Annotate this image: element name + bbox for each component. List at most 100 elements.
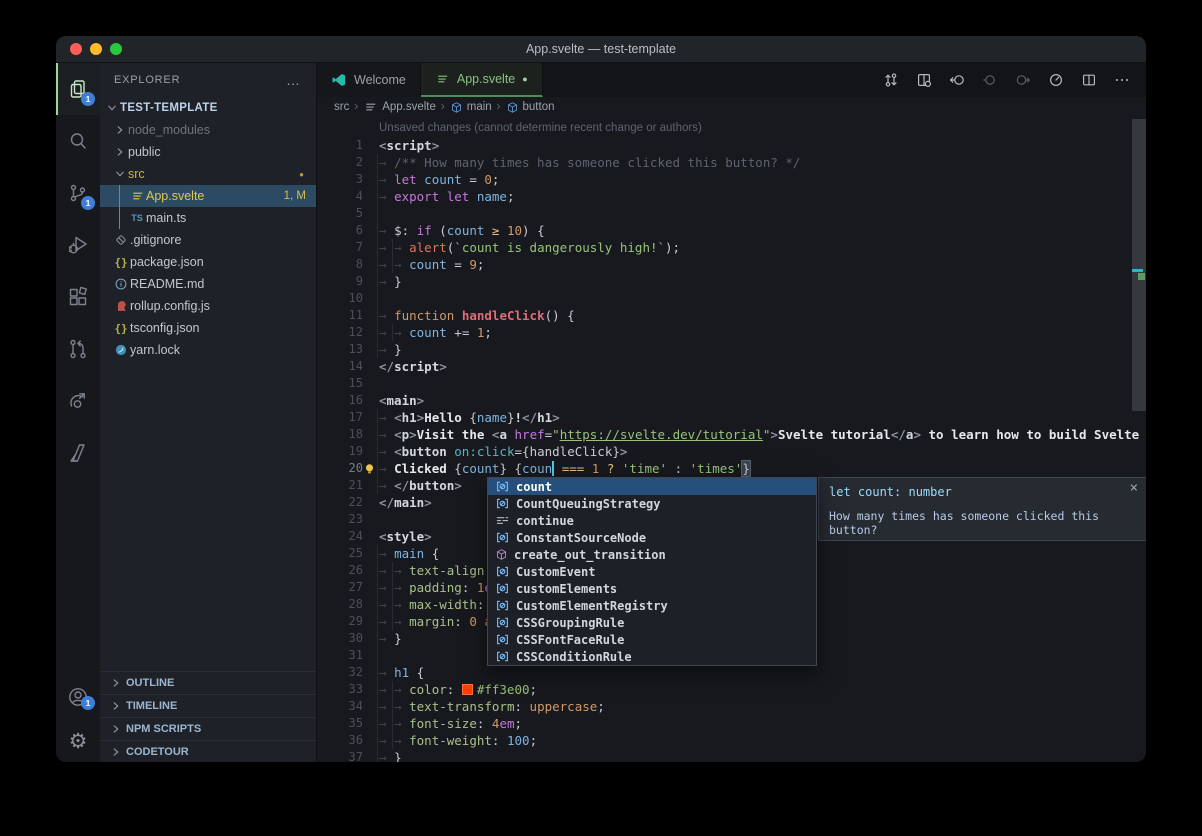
next-change-icon[interactable] bbox=[1015, 72, 1031, 88]
code-line-19[interactable]: 19→ <button on:click={handleClick}> bbox=[317, 443, 1146, 460]
code-line-7[interactable]: 7→ → alert(`count is dangerously high!`)… bbox=[317, 239, 1146, 256]
line-number[interactable]: 26 bbox=[317, 562, 363, 579]
activity-item-source-control[interactable]: 1 bbox=[56, 167, 100, 219]
lightbulb-icon[interactable] bbox=[363, 462, 376, 476]
line-number[interactable]: 21 bbox=[317, 477, 363, 494]
code-line-11[interactable]: 11→ function handleClick() { bbox=[317, 307, 1146, 324]
line-number[interactable]: 29 bbox=[317, 613, 363, 630]
activity-item-azure[interactable] bbox=[56, 427, 100, 479]
tree-item-rollup-config-js[interactable]: rollup.config.js bbox=[100, 295, 316, 317]
line-number[interactable] bbox=[317, 120, 363, 137]
activity-item-accounts[interactable]: 1 bbox=[56, 675, 100, 719]
code-line-35[interactable]: 35→ → font-size: 4em; bbox=[317, 715, 1146, 732]
more-actions-icon[interactable] bbox=[1114, 72, 1130, 88]
suggest-item-CustomElementRegistry[interactable]: CustomElementRegistry bbox=[488, 597, 816, 614]
line-number[interactable]: 19 bbox=[317, 443, 363, 460]
activity-item-github-pull-requests[interactable] bbox=[56, 323, 100, 375]
line-number[interactable]: 4 bbox=[317, 188, 363, 205]
line-number[interactable]: 36 bbox=[317, 732, 363, 749]
line-number[interactable]: 8 bbox=[317, 256, 363, 273]
unsaved-dot-icon[interactable]: ● bbox=[522, 74, 527, 84]
line-number[interactable]: 23 bbox=[317, 511, 363, 528]
activity-item-extensions[interactable] bbox=[56, 271, 100, 323]
activity-item-search[interactable] bbox=[56, 115, 100, 167]
line-number[interactable]: 5 bbox=[317, 205, 363, 222]
code-line-14[interactable]: 14</script> bbox=[317, 358, 1146, 375]
tree-item--gitignore[interactable]: .gitignore bbox=[100, 229, 316, 251]
code-line-2[interactable]: 2→ /** How many times has someone clicke… bbox=[317, 154, 1146, 171]
code-line-9[interactable]: 9→ } bbox=[317, 273, 1146, 290]
tree-item-readme-md[interactable]: README.md bbox=[100, 273, 316, 295]
tab-welcome[interactable]: Welcome bbox=[317, 63, 421, 97]
line-number[interactable]: 11 bbox=[317, 307, 363, 324]
split-editor-icon[interactable] bbox=[1081, 72, 1097, 88]
code-line-13[interactable]: 13→ } bbox=[317, 341, 1146, 358]
line-number[interactable]: 37 bbox=[317, 749, 363, 762]
code-line-34[interactable]: 34→ → text-transform: uppercase; bbox=[317, 698, 1146, 715]
activity-item-explorer[interactable]: 1 bbox=[56, 63, 100, 115]
line-number[interactable]: 24 bbox=[317, 528, 363, 545]
line-number[interactable]: 2 bbox=[317, 154, 363, 171]
blame-annotation-line[interactable]: Unsaved changes (cannot determine recent… bbox=[317, 120, 1146, 137]
suggest-item-continue[interactable]: continue bbox=[488, 512, 816, 529]
suggest-item-ConstantSourceNode[interactable]: ConstantSourceNode bbox=[488, 529, 816, 546]
tree-item-node-modules[interactable]: node_modules bbox=[100, 119, 316, 141]
line-number[interactable]: 20 bbox=[317, 460, 363, 477]
breadcrumb-item-main[interactable]: main bbox=[450, 101, 492, 114]
code-line-6[interactable]: 6→ $: if (count ≥ 10) { bbox=[317, 222, 1146, 239]
sidebar-section-codetour[interactable]: CODETOUR bbox=[100, 740, 316, 762]
code-editor[interactable]: Unsaved changes (cannot determine recent… bbox=[317, 117, 1146, 762]
scrollbar-thumb[interactable] bbox=[1132, 119, 1146, 411]
previous-change-icon[interactable] bbox=[982, 72, 998, 88]
line-number[interactable]: 32 bbox=[317, 664, 363, 681]
history-icon[interactable] bbox=[1048, 72, 1064, 88]
code-line-33[interactable]: 33→ → color: #ff3e00; bbox=[317, 681, 1146, 698]
line-number[interactable]: 34 bbox=[317, 698, 363, 715]
code-line-16[interactable]: 16<main> bbox=[317, 392, 1146, 409]
activity-item-settings[interactable]: ⚙ bbox=[56, 719, 100, 762]
line-number[interactable]: 13 bbox=[317, 341, 363, 358]
line-number[interactable]: 14 bbox=[317, 358, 363, 375]
code-line-18[interactable]: 18→ <p>Visit the <a href="https://svelte… bbox=[317, 426, 1146, 443]
tab-app-svelte[interactable]: App.svelte ● bbox=[421, 63, 543, 97]
suggest-item-CSSGroupingRule[interactable]: CSSGroupingRule bbox=[488, 614, 816, 631]
suggest-item-create_out_transition[interactable]: create_out_transition bbox=[488, 546, 816, 563]
activity-item-run-and-debug[interactable] bbox=[56, 219, 100, 271]
tree-item-tsconfig-json[interactable]: {}tsconfig.json bbox=[100, 317, 316, 339]
code-line-37[interactable]: 37→ } bbox=[317, 749, 1146, 762]
sidebar-section-outline[interactable]: OUTLINE bbox=[100, 671, 316, 694]
tree-item-public[interactable]: public bbox=[100, 141, 316, 163]
code-line-1[interactable]: 1<script> bbox=[317, 137, 1146, 154]
line-number[interactable]: 18 bbox=[317, 426, 363, 443]
line-number[interactable]: 28 bbox=[317, 596, 363, 613]
code-line-8[interactable]: 8→ → count = 9; bbox=[317, 256, 1146, 273]
code-line-3[interactable]: 3→ let count = 0; bbox=[317, 171, 1146, 188]
suggest-item-CSSFontFaceRule[interactable]: CSSFontFaceRule bbox=[488, 631, 816, 648]
line-number[interactable]: 22 bbox=[317, 494, 363, 511]
breadcrumb-item-file[interactable]: App.svelte bbox=[363, 100, 436, 115]
breadcrumb-item-src[interactable]: src bbox=[334, 101, 349, 113]
code-line-4[interactable]: 4→ export let name; bbox=[317, 188, 1146, 205]
code-line-10[interactable]: 10 bbox=[317, 290, 1146, 307]
line-number[interactable]: 3 bbox=[317, 171, 363, 188]
code-line-32[interactable]: 32→ h1 { bbox=[317, 664, 1146, 681]
editor-scrollbar[interactable] bbox=[1132, 117, 1146, 762]
go-back-icon[interactable] bbox=[949, 72, 965, 88]
tree-item-yarn-lock[interactable]: yarn.lock bbox=[100, 339, 316, 361]
code-line-20[interactable]: 20→ Clicked {count} {coun === 1 ? 'time'… bbox=[317, 460, 1146, 477]
line-number[interactable]: 15 bbox=[317, 375, 363, 392]
tree-item-main-ts[interactable]: TSmain.ts bbox=[100, 207, 316, 229]
open-changes-icon[interactable] bbox=[916, 72, 932, 88]
activity-item-live-share[interactable] bbox=[56, 375, 100, 427]
line-number[interactable]: 35 bbox=[317, 715, 363, 732]
line-number[interactable]: 33 bbox=[317, 681, 363, 698]
tree-root-test-template[interactable]: TEST-TEMPLATE bbox=[100, 97, 316, 119]
line-number[interactable]: 16 bbox=[317, 392, 363, 409]
close-icon[interactable]: × bbox=[1130, 480, 1138, 496]
suggest-item-count[interactable]: count bbox=[488, 478, 816, 495]
line-number[interactable]: 7 bbox=[317, 239, 363, 256]
line-number[interactable]: 1 bbox=[317, 137, 363, 154]
line-number[interactable]: 25 bbox=[317, 545, 363, 562]
code-line-36[interactable]: 36→ → font-weight: 100; bbox=[317, 732, 1146, 749]
line-number[interactable]: 12 bbox=[317, 324, 363, 341]
